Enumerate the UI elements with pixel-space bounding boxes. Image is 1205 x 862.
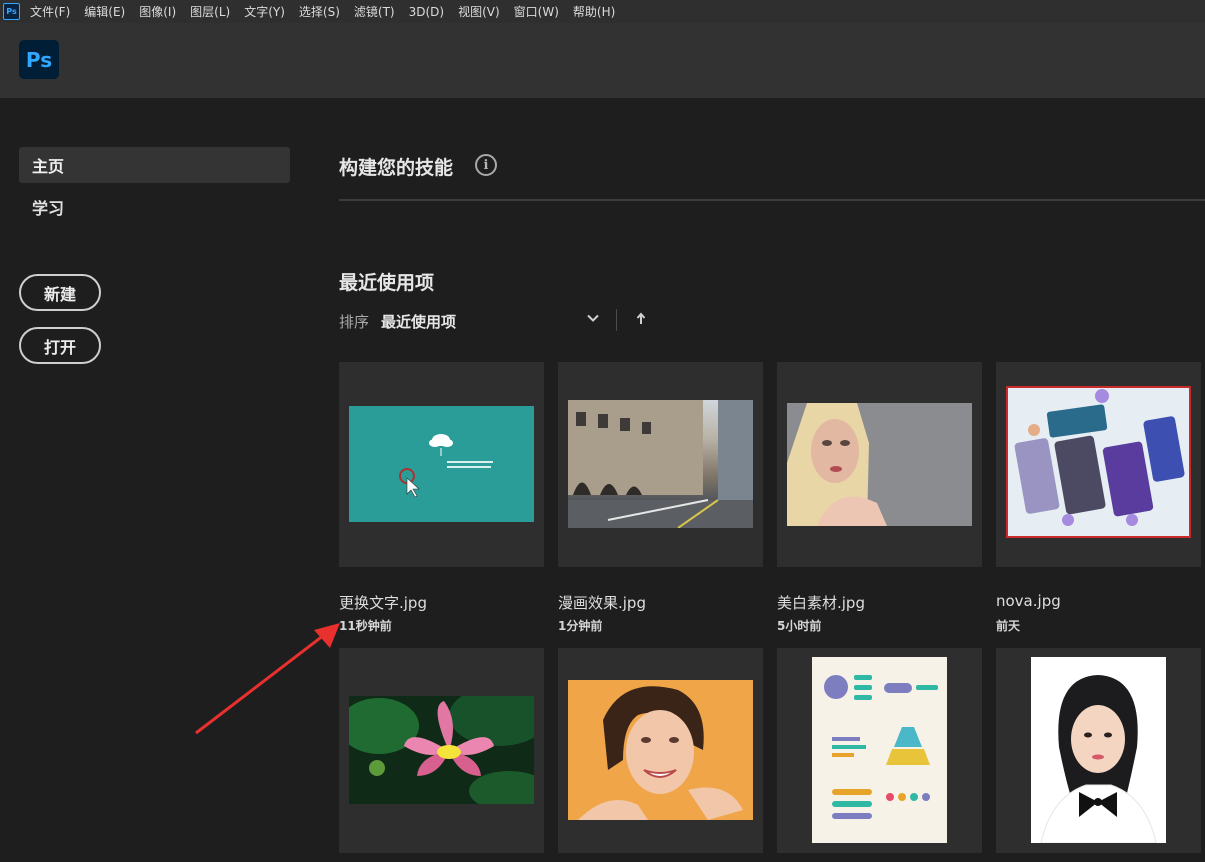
main-panel: 构建您的技能 i 最近使用项 排序 最近使用项 更换文字.jpg 11秒钟前 漫… [339, 98, 1205, 862]
photoshop-app-icon[interactable]: Ps [3, 3, 20, 20]
file-thumbnail [1031, 657, 1166, 843]
ps-logo: Ps [19, 40, 59, 79]
skills-heading: 构建您的技能 [339, 157, 454, 179]
sidebar: 主页 学习 新建 打开 [0, 98, 310, 862]
lotus-photo [349, 696, 534, 804]
home-screen: 主页 学习 新建 打开 构建您的技能 i 最近使用项 排序 最近使用项 更换文字… [0, 98, 1205, 862]
menu-edit[interactable]: 编辑(E) [84, 3, 125, 20]
header-bar: Ps [0, 23, 1205, 98]
menu-layer[interactable]: 图层(L) [190, 3, 230, 20]
sort-label: 排序 [339, 312, 370, 331]
file-thumbnail [1006, 386, 1191, 538]
file-thumbnail [812, 657, 947, 843]
recent-file-card[interactable] [996, 648, 1201, 853]
menu-image[interactable]: 图像(I) [139, 3, 176, 20]
chevron-down-icon[interactable] [585, 310, 601, 326]
recent-file-card[interactable] [558, 362, 763, 567]
new-button[interactable]: 新建 [19, 274, 101, 311]
recent-file-card[interactable] [339, 362, 544, 567]
file-thumbnail [349, 696, 534, 804]
file-thumbnail [787, 403, 972, 526]
menu-help[interactable]: 帮助(H) [573, 3, 615, 20]
file-thumbnail [568, 400, 753, 528]
file-name[interactable]: 美白素材.jpg [777, 592, 865, 613]
menu-file[interactable]: 文件(F) [30, 3, 70, 20]
smiling-woman-photo [578, 686, 743, 820]
sort-separator [616, 309, 617, 331]
phones-photo [1014, 389, 1185, 526]
recent-file-card[interactable] [777, 648, 982, 853]
arrow-up-icon[interactable] [635, 312, 647, 326]
recent-file-card[interactable] [558, 648, 763, 853]
file-name[interactable]: 更换文字.jpg [339, 592, 427, 613]
menu-bar: Ps 文件(F) 编辑(E) 图像(I) 图层(L) 文字(Y) 选择(S) 滤… [0, 0, 1205, 23]
sidebar-item-home[interactable]: 主页 [19, 147, 290, 183]
menu-window[interactable]: 窗口(W) [514, 3, 559, 20]
file-time: 5小时前 [777, 619, 822, 633]
recent-heading: 最近使用项 [339, 272, 435, 294]
sidebar-item-learn[interactable]: 学习 [19, 189, 290, 225]
file-time: 前天 [996, 619, 1021, 633]
file-thumbnail [349, 406, 534, 522]
menu-filter[interactable]: 滤镜(T) [354, 3, 395, 20]
recent-file-card[interactable] [339, 648, 544, 853]
id-photo [1040, 675, 1157, 843]
menu-select[interactable]: 选择(S) [299, 3, 340, 20]
file-name[interactable]: 漫画效果.jpg [558, 592, 646, 613]
recent-file-card[interactable] [777, 362, 982, 567]
open-button[interactable]: 打开 [19, 327, 101, 364]
file-name[interactable]: nova.jpg [996, 592, 1061, 610]
recent-file-card[interactable] [996, 362, 1201, 567]
infographic-thumbnail [824, 675, 938, 819]
sort-dropdown[interactable]: 最近使用项 [381, 311, 456, 332]
thumbnail-graphic [399, 434, 493, 498]
annotation-arrow [195, 623, 340, 735]
info-icon[interactable]: i [475, 154, 497, 176]
file-thumbnail [568, 680, 753, 820]
menu-type[interactable]: 文字(Y) [244, 3, 285, 20]
street-photo [568, 400, 753, 528]
cloud-icon [429, 434, 453, 456]
menu-view[interactable]: 视图(V) [458, 3, 500, 20]
divider [339, 199, 1205, 201]
sort-control: 排序 最近使用项 [339, 311, 456, 331]
portrait-photo [787, 403, 887, 526]
file-time: 1分钟前 [558, 619, 603, 633]
menu-3d[interactable]: 3D(D) [409, 5, 444, 19]
